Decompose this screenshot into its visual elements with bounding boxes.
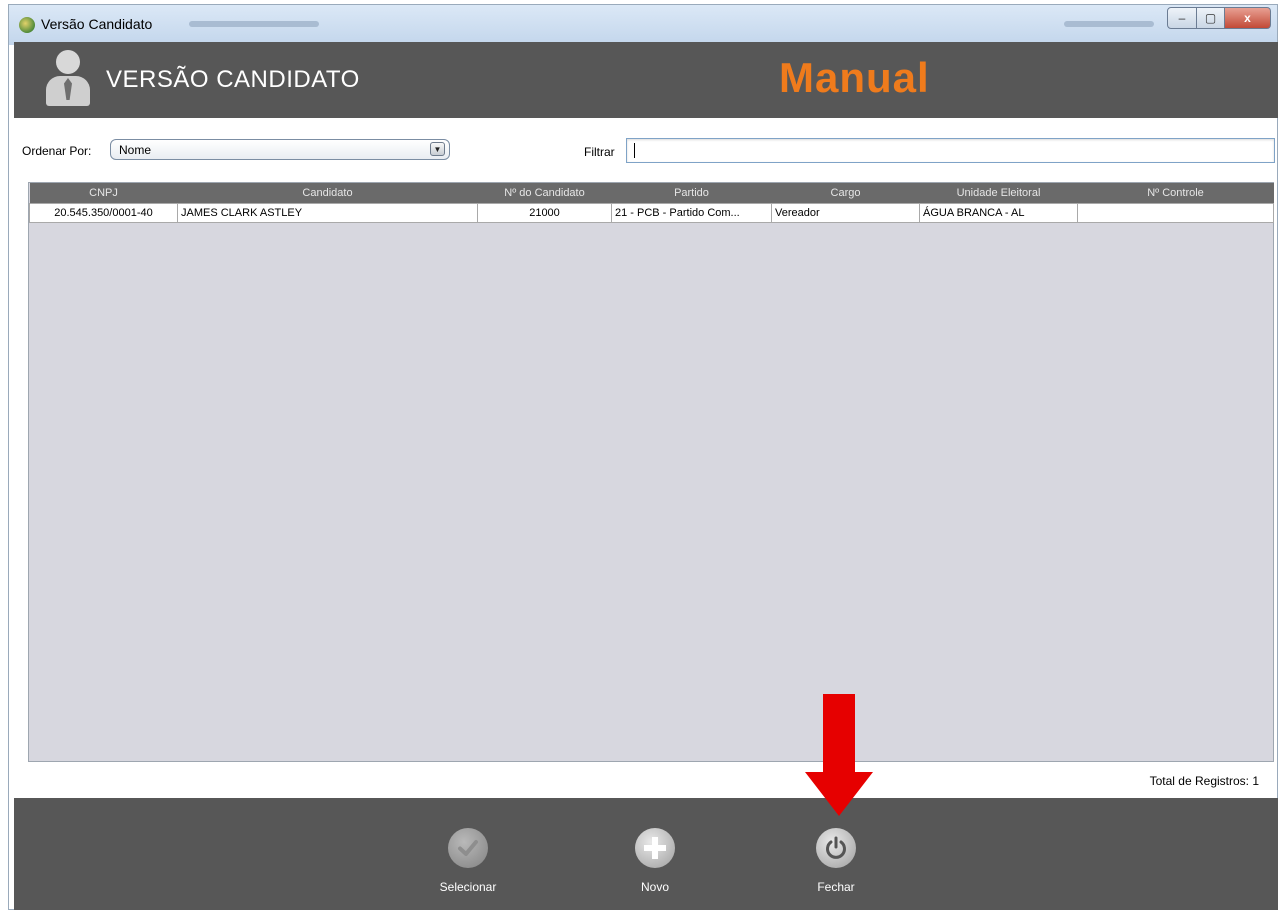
filter-input[interactable] [626, 138, 1275, 163]
blurred-title-region [189, 21, 319, 27]
select-button[interactable]: Selecionar [418, 828, 518, 894]
dropdown-arrow-icon[interactable]: ▼ [430, 142, 445, 156]
select-button-label: Selecionar [439, 880, 497, 894]
column-header-controle[interactable]: Nº Controle [1077, 183, 1274, 204]
page-title: VERSÃO CANDIDATO [106, 66, 360, 93]
column-header-partido[interactable]: Partido [611, 183, 772, 204]
column-header-unidade[interactable]: Unidade Eleitoral [919, 183, 1078, 204]
cell-numero[interactable]: 21000 [477, 203, 612, 223]
title-bar[interactable]: Versão Candidato ‒ ▢ x [9, 5, 1277, 45]
column-header-candidato[interactable]: Candidato [177, 183, 478, 204]
maximize-button[interactable]: ▢ [1197, 7, 1225, 29]
cell-cnpj[interactable]: 20.545.350/0001-40 [29, 203, 178, 223]
close-button[interactable]: x [1225, 7, 1271, 29]
column-header-cargo[interactable]: Cargo [771, 183, 920, 204]
close-app-button-label: Fechar [817, 880, 855, 894]
blurred-title-region [1064, 21, 1154, 27]
sort-select[interactable]: Nome ▼ [110, 139, 450, 160]
app-emblem-icon [19, 17, 35, 33]
app-header: VERSÃO CANDIDATO Manual [14, 42, 1278, 118]
sort-selected-value: Nome [119, 143, 152, 157]
close-app-button[interactable]: Fechar [786, 828, 886, 894]
window-title: Versão Candidato [41, 16, 153, 32]
cell-partido[interactable]: 21 - PCB - Partido Com... [611, 203, 772, 223]
candidates-table: CNPJ Candidato Nº do Candidato Partido C… [28, 182, 1274, 762]
mode-label: Manual [779, 54, 930, 101]
candidate-person-icon [44, 50, 92, 110]
power-icon [816, 828, 856, 868]
window-controls: ‒ ▢ x [1167, 7, 1271, 29]
text-cursor [634, 143, 635, 158]
new-button-label: Novo [640, 880, 669, 894]
cell-controle[interactable] [1077, 203, 1274, 223]
filter-label: Filtrar [584, 145, 615, 159]
table-row[interactable]: 20.545.350/0001-40 JAMES CLARK ASTLEY 21… [29, 203, 1274, 223]
check-icon [448, 828, 488, 868]
plus-icon [635, 828, 675, 868]
annotation-arrow-icon [805, 694, 873, 816]
minimize-button[interactable]: ‒ [1167, 7, 1197, 29]
total-records: Total de Registros: 1 [1149, 774, 1259, 788]
sort-label: Ordenar Por: [22, 144, 92, 158]
column-header-numero[interactable]: Nº do Candidato [477, 183, 612, 204]
cell-cargo[interactable]: Vereador [771, 203, 920, 223]
cell-candidato[interactable]: JAMES CLARK ASTLEY [177, 203, 478, 223]
column-header-cnpj[interactable]: CNPJ [29, 183, 178, 204]
cell-unidade[interactable]: ÁGUA BRANCA - AL [919, 203, 1078, 223]
new-button[interactable]: Novo [605, 828, 705, 894]
table-header-row: CNPJ Candidato Nº do Candidato Partido C… [29, 183, 1274, 204]
footer-bar: Selecionar Novo Fechar [14, 798, 1278, 910]
